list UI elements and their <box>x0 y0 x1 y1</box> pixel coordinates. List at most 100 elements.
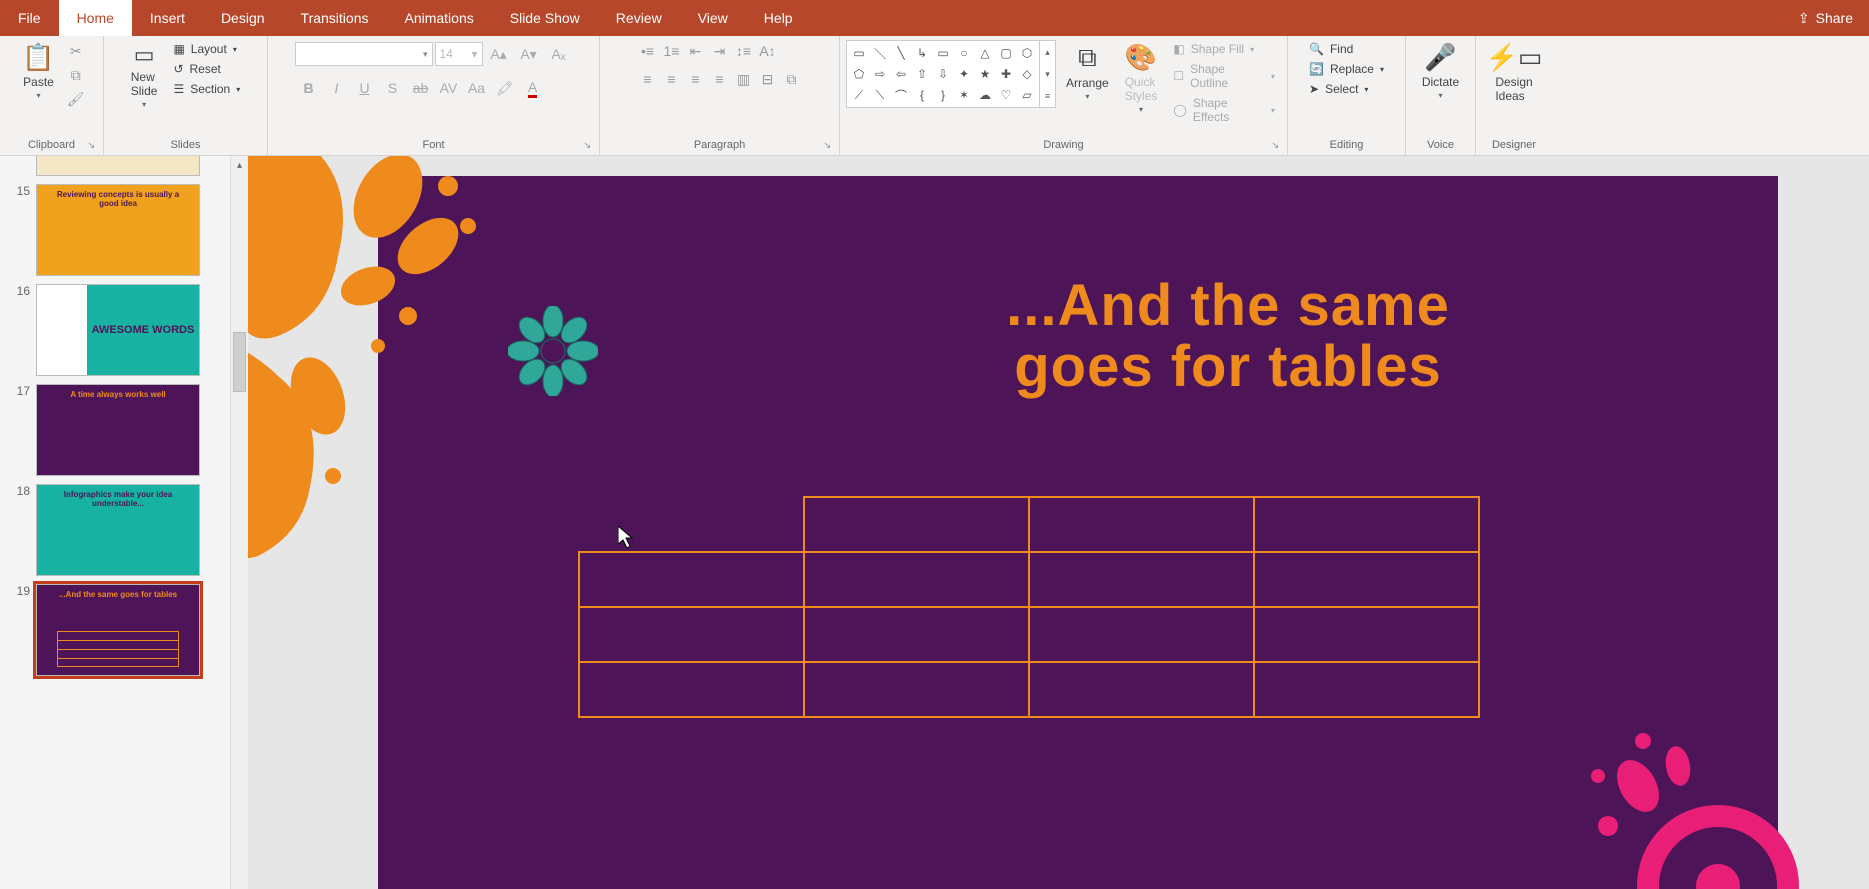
shape-arrow-r[interactable]: ⇨ <box>870 64 890 84</box>
font-family-select[interactable]: ▾ <box>295 42 433 66</box>
shape-arrow-d[interactable]: ⇩ <box>933 64 953 84</box>
expand-icon[interactable]: ≡ <box>1040 91 1055 101</box>
new-slide-button[interactable]: ▭ New Slide ▾ <box>125 40 164 111</box>
justify-button[interactable]: ≡ <box>709 68 731 90</box>
shape-hex[interactable]: ⬡ <box>1017 43 1037 63</box>
shape-rounded[interactable]: ▢ <box>996 43 1016 63</box>
tab-insert[interactable]: Insert <box>132 0 203 36</box>
shape-pent[interactable]: ⬠ <box>849 64 869 84</box>
thumb-17[interactable]: 17 A time always works well <box>0 380 230 480</box>
scroll-up-icon[interactable]: ▴ <box>231 156 248 174</box>
tab-view[interactable]: View <box>680 0 746 36</box>
bold-button[interactable]: B <box>295 74 323 102</box>
shape-arrow-l[interactable]: ⇦ <box>891 64 911 84</box>
shape-fill-button[interactable]: ◧Shape Fill ▾ <box>1167 40 1260 58</box>
shape-flow[interactable]: ▱ <box>1017 85 1037 105</box>
shape-plus[interactable]: ✚ <box>996 64 1016 84</box>
columns-button[interactable]: ▥ <box>733 68 755 90</box>
increase-indent-button[interactable]: ⇥ <box>709 40 731 62</box>
decrease-font-button[interactable]: A▾ <box>515 40 543 68</box>
shape-arc[interactable]: ⌒ <box>891 85 911 105</box>
copy-button[interactable]: ⧉ <box>65 64 87 86</box>
launcher-icon[interactable]: ↘ <box>583 140 591 151</box>
shape-triangle[interactable]: △ <box>975 43 995 63</box>
line-spacing-button[interactable]: ↕≡ <box>733 40 755 62</box>
shape-connector[interactable]: ↳ <box>912 43 932 63</box>
shape-star4[interactable]: ✦ <box>954 64 974 84</box>
tab-design[interactable]: Design <box>203 0 283 36</box>
find-button[interactable]: 🔍Find <box>1303 40 1359 58</box>
shape-brace-l[interactable]: { <box>912 85 932 105</box>
slide-table[interactable] <box>578 496 1480 718</box>
align-left-button[interactable]: ≡ <box>637 68 659 90</box>
tab-file[interactable]: File <box>0 0 59 36</box>
shape-line[interactable]: ＼ <box>870 43 890 63</box>
replace-button[interactable]: 🔄Replace ▾ <box>1303 60 1390 78</box>
font-color-button[interactable]: A <box>519 74 547 102</box>
shadow-button[interactable]: S <box>379 74 407 102</box>
shape-heart[interactable]: ♡ <box>996 85 1016 105</box>
char-spacing-button[interactable]: AV <box>435 74 463 102</box>
tab-home[interactable]: Home <box>59 0 132 36</box>
shape-outline-button[interactable]: ☐Shape Outline ▾ <box>1167 60 1281 92</box>
font-size-select[interactable]: 14▾ <box>435 42 483 66</box>
shape-brace-r[interactable]: } <box>933 85 953 105</box>
cut-button[interactable]: ✂ <box>65 40 87 62</box>
slide-19[interactable]: ...And the same goes for tables <box>378 176 1778 889</box>
scroll-thumb[interactable] <box>233 332 246 392</box>
tab-animations[interactable]: Animations <box>386 0 491 36</box>
italic-button[interactable]: I <box>323 74 351 102</box>
reset-button[interactable]: ↺Reset <box>167 60 226 78</box>
text-direction-button[interactable]: A↕ <box>757 40 779 62</box>
shape-star5[interactable]: ★ <box>975 64 995 84</box>
strikethrough-button[interactable]: ab <box>407 74 435 102</box>
align-text-button[interactable]: ⊟ <box>757 68 779 90</box>
bullets-button[interactable]: •≡ <box>637 40 659 62</box>
dictate-button[interactable]: 🎤 Dictate ▾ <box>1416 40 1465 102</box>
tab-transitions[interactable]: Transitions <box>283 0 387 36</box>
layout-button[interactable]: ▦Layout ▾ <box>167 40 242 58</box>
thumb-18[interactable]: 18 Infographics make your idea understab… <box>0 480 230 580</box>
section-button[interactable]: ☰Section ▾ <box>167 80 246 98</box>
select-button[interactable]: ➤Select ▾ <box>1303 80 1374 98</box>
smartart-button[interactable]: ⧉ <box>781 68 803 90</box>
shape-curve1[interactable]: ⟋ <box>849 85 869 105</box>
paste-button[interactable]: 📋 Paste ▾ <box>16 40 60 102</box>
decrease-indent-button[interactable]: ⇤ <box>685 40 707 62</box>
design-ideas-button[interactable]: ⚡▭ Design Ideas <box>1480 40 1549 105</box>
tab-slideshow[interactable]: Slide Show <box>492 0 598 36</box>
share-button[interactable]: ⇪ Share <box>1782 0 1869 36</box>
shape-cloud[interactable]: ☁ <box>975 85 995 105</box>
thumb-15[interactable]: 15 Reviewing concepts is usually a good … <box>0 180 230 280</box>
shape-oval[interactable]: ○ <box>954 43 974 63</box>
scroll-down-icon[interactable]: ▾ <box>1040 69 1055 80</box>
slide-canvas[interactable]: ...And the same goes for tables <box>248 156 1869 889</box>
shape-speech[interactable]: ◇ <box>1017 64 1037 84</box>
clear-formatting-button[interactable]: Aₓ <box>545 40 573 68</box>
launcher-icon[interactable]: ↘ <box>87 140 95 151</box>
tab-help[interactable]: Help <box>746 0 811 36</box>
shape-textbox[interactable]: ▭ <box>849 43 869 63</box>
shapes-gallery[interactable]: ▭ ＼ ╲ ↳ ▭ ○ △ ▢ ⬡ ⬠ ⇨ ⇦ ⇧ ⇩ ✦ ★ ✚ <box>846 40 1040 108</box>
format-painter-button[interactable]: 🖌 <box>65 88 87 110</box>
arrange-button[interactable]: ⧉ Arrange ▾ <box>1060 40 1115 103</box>
increase-font-button[interactable]: A▴ <box>485 40 513 68</box>
thumb-14[interactable] <box>0 156 230 180</box>
thumb-scrollbar[interactable]: ▴ <box>230 156 248 889</box>
quick-styles-button[interactable]: 🎨 Quick Styles ▾ <box>1119 40 1164 116</box>
shapes-gallery-scroll[interactable]: ▴ ▾ ≡ <box>1040 40 1056 108</box>
numbering-button[interactable]: 1≡ <box>661 40 683 62</box>
tab-review[interactable]: Review <box>598 0 680 36</box>
shape-star6[interactable]: ✶ <box>954 85 974 105</box>
highlight-button[interactable]: 🖍 <box>491 74 519 102</box>
underline-button[interactable]: U <box>351 74 379 102</box>
align-right-button[interactable]: ≡ <box>685 68 707 90</box>
shape-effects-button[interactable]: ◯Shape Effects ▾ <box>1167 94 1281 126</box>
shape-line2[interactable]: ╲ <box>891 43 911 63</box>
launcher-icon[interactable]: ↘ <box>1271 140 1279 151</box>
thumb-19[interactable]: 19 ...And the same goes for tables <box>0 580 230 680</box>
launcher-icon[interactable]: ↘ <box>823 140 831 151</box>
shape-curve2[interactable]: ⟍ <box>870 85 890 105</box>
thumb-16[interactable]: 16 AWESOME WORDS <box>0 280 230 380</box>
align-center-button[interactable]: ≡ <box>661 68 683 90</box>
